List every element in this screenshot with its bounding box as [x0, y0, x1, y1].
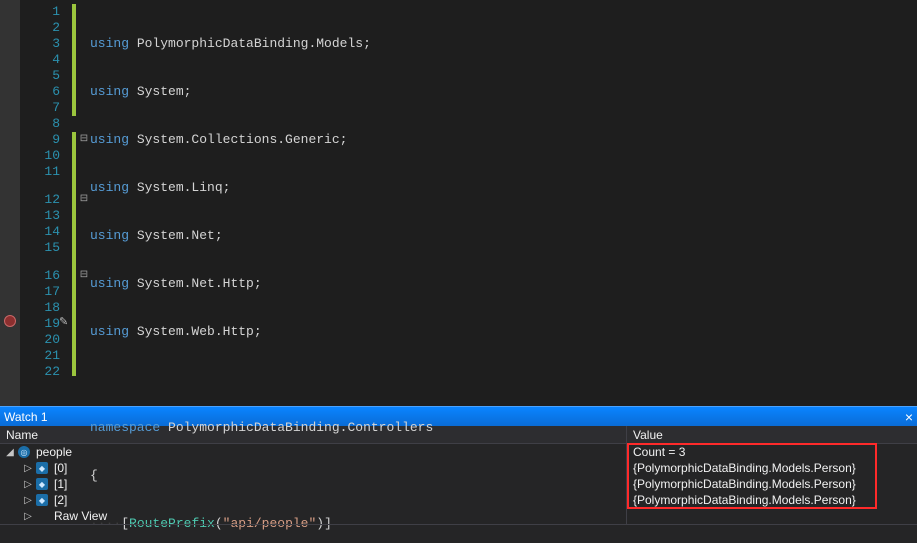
- field-icon: ◆: [36, 462, 48, 474]
- line-number: 10: [20, 148, 70, 164]
- watch-name: [0]: [54, 461, 67, 475]
- watch-value: {PolymorphicDataBinding.Models.Person}: [627, 461, 917, 475]
- line-number: 20: [20, 332, 70, 348]
- change-bar: [72, 132, 76, 376]
- fold-gutter[interactable]: ⊟ ⊟ ⊟: [78, 0, 90, 406]
- change-gutter: [70, 0, 78, 406]
- watch-value: {PolymorphicDataBinding.Models.Person}: [627, 477, 917, 491]
- line-number: 17: [20, 284, 70, 300]
- watch-row-root[interactable]: ◢ ◎ people Count = 3: [0, 444, 917, 460]
- object-icon: ◎: [18, 446, 30, 458]
- watch-row-item[interactable]: ▷ ◆ [2] {PolymorphicDataBinding.Models.P…: [0, 492, 917, 508]
- edit-pencil-icon: ✎: [59, 315, 68, 331]
- watch-value: Count = 3: [627, 445, 917, 459]
- line-number: 6: [20, 84, 70, 100]
- collapse-icon[interactable]: ◢: [4, 446, 16, 458]
- expand-icon[interactable]: ▷: [22, 462, 34, 474]
- line-number: 12: [20, 192, 70, 208]
- watch-rows[interactable]: ◢ ◎ people Count = 3 ▷ ◆ [0] {Polymorphi…: [0, 444, 917, 540]
- watch-row-rawview[interactable]: ▷ Raw View: [0, 508, 917, 524]
- line-number: 4: [20, 52, 70, 68]
- watch-name: [2]: [54, 493, 67, 507]
- code-area[interactable]: using PolymorphicDataBinding.Models; usi…: [90, 0, 917, 406]
- breakpoint-icon[interactable]: [4, 315, 16, 327]
- line-number: 9: [20, 132, 70, 148]
- line-number: 16: [20, 268, 70, 284]
- line-number: 5: [20, 68, 70, 84]
- watch-value: {PolymorphicDataBinding.Models.Person}: [627, 493, 917, 507]
- expand-icon[interactable]: ▷: [22, 494, 34, 506]
- line-number: 13: [20, 208, 70, 224]
- change-bar: [72, 4, 76, 116]
- line-number: 18: [20, 300, 70, 316]
- watch-name: Raw View: [54, 509, 107, 523]
- watch-empty-row[interactable]: [0, 524, 917, 540]
- line-number: 15: [20, 240, 70, 268]
- code-editor[interactable]: ✎ 1 2 3 4 5 6 7 8 9 10 11 12 13 14 15 16…: [0, 0, 917, 406]
- watch-name: people: [36, 445, 72, 459]
- line-number: 1: [20, 4, 70, 20]
- watch-row-item[interactable]: ▷ ◆ [1] {PolymorphicDataBinding.Models.P…: [0, 476, 917, 492]
- line-number: 11: [20, 164, 70, 192]
- line-number: 22: [20, 364, 70, 380]
- line-number: 14: [20, 224, 70, 240]
- line-number: 3: [20, 36, 70, 52]
- line-number: 8: [20, 116, 70, 132]
- watch-name: [1]: [54, 477, 67, 491]
- fold-toggle[interactable]: ⊟: [78, 192, 90, 208]
- line-number: 2: [20, 20, 70, 36]
- watch-row-item[interactable]: ▷ ◆ [0] {PolymorphicDataBinding.Models.P…: [0, 460, 917, 476]
- fold-toggle[interactable]: ⊟: [78, 132, 90, 148]
- fold-toggle[interactable]: ⊟: [78, 268, 90, 284]
- expand-icon[interactable]: ▷: [22, 510, 34, 522]
- line-number-gutter: 1 2 3 4 5 6 7 8 9 10 11 12 13 14 15 16 1…: [20, 0, 70, 406]
- field-icon: ◆: [36, 478, 48, 490]
- line-number: 7: [20, 100, 70, 116]
- expand-icon[interactable]: ▷: [22, 478, 34, 490]
- watch-title: Watch 1: [4, 410, 48, 424]
- breakpoint-gutter[interactable]: ✎: [0, 0, 20, 406]
- line-number: 21: [20, 348, 70, 364]
- field-icon: ◆: [36, 494, 48, 506]
